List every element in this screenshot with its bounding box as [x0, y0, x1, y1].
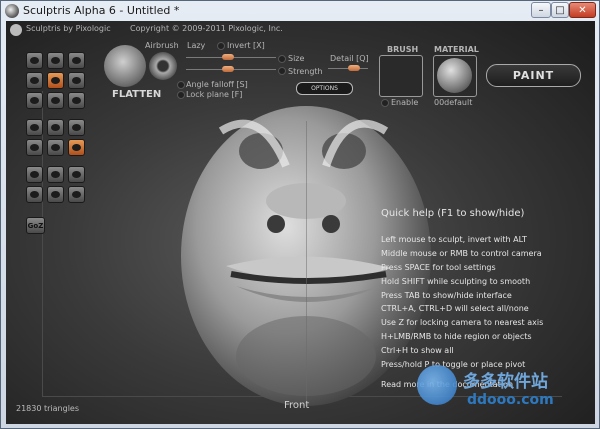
lazy-label: Lazy	[187, 41, 206, 50]
help-line: CTRL+A, CTRL+D will select all/none	[381, 304, 529, 314]
tool-inflate[interactable]	[26, 92, 43, 109]
title-bar[interactable]: Sculptris Alpha 6 - Untitled * – □ ✕	[1, 1, 599, 21]
tool-smooth[interactable]	[68, 92, 85, 109]
pixologic-logo-icon	[10, 24, 22, 36]
tool-reduce[interactable]	[47, 139, 64, 156]
minimize-button[interactable]: –	[531, 2, 551, 18]
help-line: H+LMB/RMB to hide region or objects	[381, 332, 532, 342]
tool-grab[interactable]	[68, 72, 85, 89]
tool-subdivide[interactable]	[68, 119, 85, 136]
help-line: Left mouse to sculpt, invert with ALT	[381, 234, 527, 244]
viewport-axis-line	[306, 121, 307, 401]
paint-button[interactable]: PAINT	[486, 64, 581, 87]
help-line: Hold SHIFT while sculpting to smooth	[381, 276, 531, 286]
detail-slider-knob[interactable]	[348, 65, 360, 71]
watermark-title: 多多软件站	[463, 372, 548, 392]
angle-falloff-radio[interactable]	[177, 81, 185, 89]
airbrush-label: Airbrush	[145, 41, 179, 50]
tool-export[interactable]	[68, 186, 85, 203]
detail-label: Detail [Q]	[330, 54, 369, 63]
tool-mask[interactable]	[47, 119, 64, 136]
application-window: Sculptris Alpha 6 - Untitled * – □ ✕ Scu…	[0, 0, 600, 429]
site-watermark: 多多软件站 ddooo.com	[411, 355, 594, 421]
tool-symmetry[interactable]	[26, 119, 43, 136]
window-title: Sculptris Alpha 6 - Untitled *	[23, 4, 180, 17]
tool-name: FLATTEN	[112, 89, 162, 100]
tool-flatten[interactable]	[47, 72, 64, 89]
tool-wireframe[interactable]	[26, 139, 43, 156]
tool-open[interactable]	[68, 166, 85, 183]
help-line: Use Z for locking camera to nearest axis	[381, 318, 544, 328]
invert-radio[interactable]	[217, 42, 225, 50]
size-slider-knob[interactable]	[222, 54, 234, 60]
options-button[interactable]: OPTIONS	[296, 82, 353, 95]
brand-label: Sculptris by Pixologic	[26, 24, 111, 33]
sculptris-app-icon	[5, 4, 19, 18]
tool-mirror[interactable]	[68, 139, 85, 156]
help-line: Press SPACE for tool settings	[381, 262, 496, 272]
viewport-divider-vertical	[42, 91, 43, 396]
watermark-url: ddooo.com	[467, 392, 554, 408]
brush-enable-radio[interactable]	[381, 99, 389, 107]
lock-plane-radio[interactable]	[177, 91, 185, 99]
tool-save[interactable]	[26, 186, 43, 203]
brush-enable-label: Enable	[391, 98, 419, 107]
help-line: Middle mouse or RMB to control camera	[381, 248, 542, 258]
brush-texture-slot[interactable]	[379, 55, 423, 97]
brush-label: BRUSH	[387, 45, 419, 54]
view-label: Front	[284, 400, 310, 411]
help-line: Press TAB to show/hide interface	[381, 290, 512, 300]
tool-new-sphere[interactable]	[26, 166, 43, 183]
brush-falloff-icon	[149, 52, 177, 80]
watermark-logo-icon	[417, 365, 457, 405]
material-slot[interactable]	[433, 55, 477, 97]
tool-crease[interactable]	[26, 52, 43, 69]
tool-scale[interactable]	[68, 52, 85, 69]
size-label: Size	[288, 54, 305, 63]
tool-draw[interactable]	[26, 72, 43, 89]
material-name: 00default	[434, 98, 473, 107]
material-label: MATERIAL	[434, 45, 479, 54]
brush-preview	[104, 45, 146, 87]
lock-plane-label: Lock plane [F]	[186, 90, 243, 99]
close-button[interactable]: ✕	[569, 2, 596, 18]
strength-label: Strength	[288, 67, 323, 76]
tool-import[interactable]	[47, 186, 64, 203]
strength-slider-knob[interactable]	[222, 66, 234, 72]
size-radio[interactable]	[278, 55, 286, 63]
tool-new-plane[interactable]	[47, 166, 64, 183]
material-sphere-preview	[437, 58, 472, 93]
sculpt-viewport[interactable]: Sculptris by Pixologic Copyright © 2009-…	[6, 21, 595, 424]
angle-falloff-label: Angle falloff [S]	[186, 80, 248, 89]
goz-button[interactable]: GoZ	[26, 217, 45, 234]
maximize-button[interactable]: □	[551, 2, 569, 18]
copyright-text: Copyright © 2009-2011 Pixologic, Inc.	[130, 24, 283, 33]
help-title: Quick help (F1 to show/hide)	[381, 208, 525, 219]
invert-label: Invert [X]	[227, 41, 265, 50]
tool-rotate[interactable]	[47, 52, 64, 69]
triangle-count: 21830 triangles	[16, 404, 80, 413]
tool-pinch[interactable]	[47, 92, 64, 109]
strength-radio[interactable]	[278, 67, 286, 75]
